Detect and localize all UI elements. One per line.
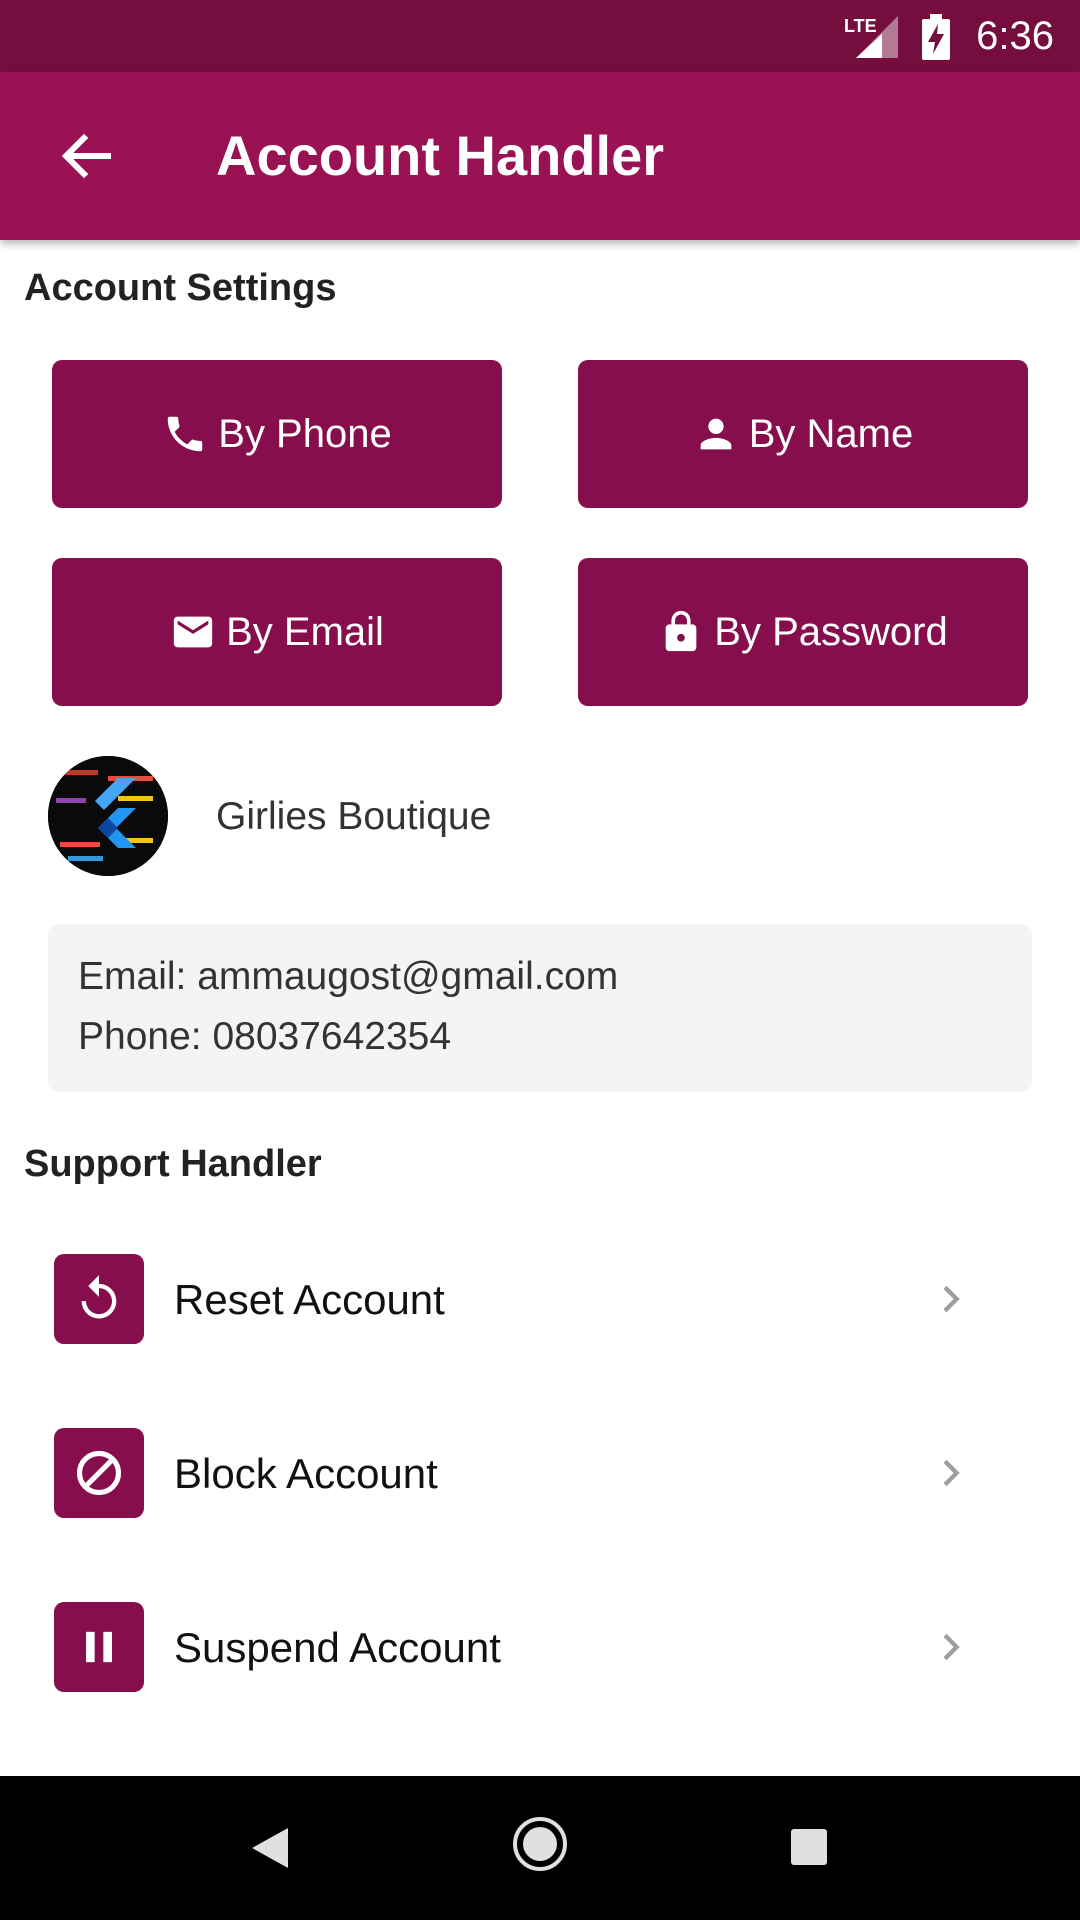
block-account-label: Block Account bbox=[174, 1450, 438, 1497]
page-title: Account Handler bbox=[216, 124, 665, 187]
flutter-logo-avatar-image bbox=[48, 756, 168, 876]
pause-icon bbox=[86, 1631, 112, 1663]
chevron-right-icon bbox=[943, 1285, 960, 1313]
system-navigation-bar bbox=[0, 1776, 1080, 1920]
suspend-account-label: Suspend Account bbox=[174, 1624, 501, 1671]
chevron-right-icon bbox=[943, 1459, 960, 1487]
phone-icon bbox=[168, 416, 203, 452]
profile-name: Girlies Boutique bbox=[216, 795, 492, 838]
block-icon bbox=[76, 1450, 122, 1496]
by-name-button[interactable]: By Name bbox=[578, 360, 1028, 508]
back-arrow-icon[interactable] bbox=[56, 126, 116, 186]
email-icon bbox=[173, 616, 213, 648]
nav-recents-icon[interactable] bbox=[790, 1828, 828, 1866]
account-settings-heading: Account Settings bbox=[24, 267, 337, 309]
status-bar: LTE 6:36 bbox=[0, 0, 1080, 72]
person-icon bbox=[700, 418, 732, 450]
battery-charging-icon bbox=[922, 14, 950, 60]
svg-text:LTE: LTE bbox=[844, 16, 877, 36]
app-bar: Account Handler bbox=[0, 72, 1080, 240]
lte-signal-icon: LTE bbox=[844, 16, 898, 58]
support-handler-heading: Support Handler bbox=[24, 1143, 322, 1185]
suspend-account-item[interactable]: Suspend Account bbox=[0, 1572, 1080, 1722]
by-name-label: By Name bbox=[748, 411, 914, 456]
contact-info-card: Email: ammaugost@gmail.com Phone: 080376… bbox=[48, 924, 1032, 1092]
block-icon-tile bbox=[54, 1428, 144, 1518]
reset-account-item[interactable]: Reset Account bbox=[0, 1224, 1080, 1374]
status-time: 6:36 bbox=[976, 14, 1054, 58]
reset-icon-tile bbox=[54, 1254, 144, 1344]
by-email-label: By Email bbox=[226, 609, 384, 654]
nav-home-icon[interactable] bbox=[512, 1816, 568, 1872]
nav-back-icon[interactable] bbox=[250, 1826, 290, 1870]
phone-info: Phone: 08037642354 bbox=[78, 1015, 452, 1058]
by-phone-label: By Phone bbox=[218, 411, 392, 456]
pause-icon-tile bbox=[54, 1602, 144, 1692]
by-phone-button[interactable]: By Phone bbox=[52, 360, 502, 508]
by-password-label: By Password bbox=[714, 609, 948, 654]
chevron-right-icon bbox=[943, 1633, 960, 1661]
by-email-button[interactable]: By Email bbox=[52, 558, 502, 706]
block-account-item[interactable]: Block Account bbox=[0, 1398, 1080, 1548]
reset-icon bbox=[81, 1275, 117, 1319]
reset-account-label: Reset Account bbox=[174, 1276, 445, 1323]
lock-icon bbox=[665, 610, 697, 652]
avatar bbox=[48, 756, 168, 876]
by-password-button[interactable]: By Password bbox=[578, 558, 1028, 706]
email-info: Email: ammaugost@gmail.com bbox=[78, 955, 619, 998]
